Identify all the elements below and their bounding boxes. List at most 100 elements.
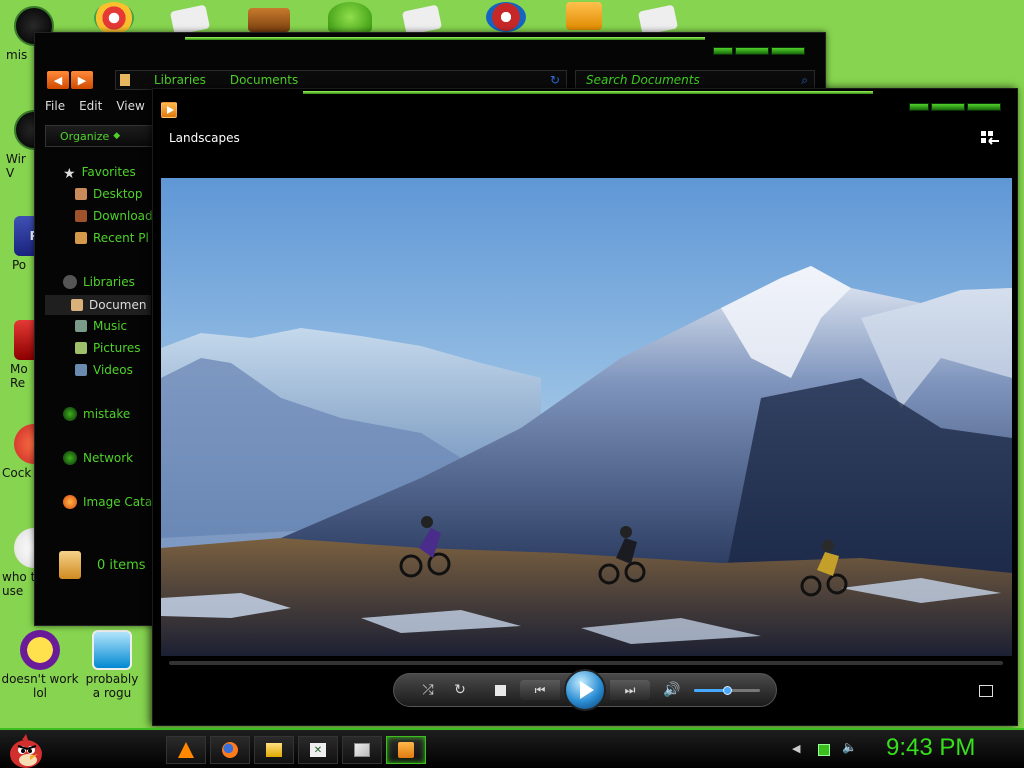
taskbar-excel[interactable]: ✕ (298, 736, 338, 764)
titlebar-accent (185, 37, 705, 40)
nav-buttons: ◀ ▶ (47, 71, 93, 89)
nav-music[interactable]: Music (75, 319, 127, 333)
player-title: Landscapes (169, 131, 240, 145)
forward-button[interactable]: ▶ (71, 71, 93, 89)
nav-label: Download (93, 209, 153, 223)
media-player-icon (161, 102, 177, 118)
refresh-icon[interactable]: ↻ (550, 73, 560, 87)
videos-icon (75, 364, 87, 376)
taskbar: ✕ ◀ 🔈 9:43 PM (0, 728, 1024, 768)
seek-bar[interactable] (169, 661, 1003, 665)
maximize-button[interactable] (931, 103, 965, 111)
media-player-window[interactable]: Landscapes ⤮ ↻ ⏮ ⏭ 🔊 (152, 88, 1018, 726)
android-icon[interactable] (328, 2, 372, 32)
star-icon: ★ (63, 166, 76, 182)
volume-knob[interactable] (723, 686, 732, 695)
nav-downloads[interactable]: Download (75, 209, 153, 223)
breadcrumb-libraries[interactable]: Libraries (154, 73, 206, 87)
close-button[interactable] (771, 47, 805, 55)
vlc-icon (178, 742, 194, 758)
tray-arrow-icon[interactable]: ◀ (792, 742, 804, 755)
document-icon-2[interactable] (401, 4, 443, 36)
play-button[interactable] (564, 669, 606, 711)
paint-icon (354, 743, 370, 757)
shuffle-icon[interactable]: ⤮ (416, 674, 440, 706)
nav-label: Videos (93, 363, 133, 377)
taskbar-firefox[interactable] (210, 736, 250, 764)
nav-pictures[interactable]: Pictures (75, 341, 141, 355)
angry-bird-start-icon[interactable] (4, 730, 48, 768)
breadcrumb-documents[interactable]: Documents (230, 73, 298, 87)
media-player-icon (398, 742, 414, 758)
player-window-buttons (909, 103, 1001, 111)
switch-to-library-icon[interactable] (981, 131, 999, 147)
items-icon (59, 551, 81, 579)
taskbar-media-player[interactable] (386, 736, 426, 764)
wallet-icon[interactable] (248, 8, 290, 32)
close-button[interactable] (967, 103, 1001, 111)
taskbar-paint[interactable] (342, 736, 382, 764)
music-icon (75, 320, 87, 332)
next-icon[interactable]: ⏭ (610, 680, 650, 700)
excel-icon: ✕ (310, 743, 326, 757)
playback-controls: ⤮ ↻ ⏮ ⏭ 🔊 (393, 669, 777, 711)
nav-label: mistake (83, 407, 131, 421)
search-placeholder: Search Documents (586, 73, 700, 87)
tray-volume-icon[interactable]: 🔈 (842, 740, 857, 754)
search-icon[interactable]: ⌕ (801, 73, 808, 88)
nav-mistake[interactable]: mistake (63, 407, 130, 421)
stop-icon[interactable] (490, 674, 510, 706)
address-bar[interactable]: Libraries Documents ↻ (115, 70, 567, 90)
tray-network-icon[interactable] (818, 744, 830, 756)
nav-network[interactable]: Network (63, 451, 133, 465)
nav-label: Desktop (93, 187, 143, 201)
previous-icon[interactable]: ⏮ (520, 680, 560, 700)
nav-videos[interactable]: Videos (75, 363, 133, 377)
document-icon-3[interactable] (637, 4, 679, 36)
nav-label: Pictures (93, 341, 141, 355)
pictures-icon (75, 342, 87, 354)
organize-button[interactable]: Organize ◆ (45, 125, 155, 147)
nav-label: Libraries (83, 275, 135, 289)
desktop-icon-label: probably a rogu (85, 672, 139, 700)
shield-icon[interactable] (486, 2, 526, 32)
document-icon[interactable] (169, 4, 211, 36)
chrome-icon[interactable] (94, 2, 134, 34)
nav-label: Music (93, 319, 128, 333)
taskbar-clock[interactable]: 9:43 PM (886, 734, 975, 762)
maximize-button[interactable] (735, 47, 769, 55)
recent-places-icon (75, 232, 87, 244)
menu-view[interactable]: View (116, 99, 144, 113)
nav-favorites[interactable]: ★ Favorites (63, 165, 136, 182)
explorer-window-buttons (713, 47, 805, 55)
menu-edit[interactable]: Edit (79, 99, 102, 113)
taskbar-explorer[interactable] (254, 736, 294, 764)
libraries-icon (63, 275, 77, 289)
volume-icon[interactable]: 🔊 (662, 674, 682, 706)
minimize-button[interactable] (713, 47, 733, 55)
nav-image-catalog[interactable]: Image Cata (63, 495, 152, 509)
nav-label: Network (83, 451, 134, 465)
fullscreen-icon[interactable] (979, 685, 993, 697)
desktop-icon-label: doesn't work lol (1, 672, 79, 700)
search-input[interactable]: Search Documents ⌕ (575, 70, 815, 90)
folder-icon[interactable] (566, 2, 602, 30)
nav-libraries[interactable]: Libraries (63, 275, 135, 289)
desktop-icon-rogue[interactable]: probably a rogu (72, 630, 152, 700)
nav-desktop[interactable]: Desktop (75, 187, 143, 201)
video-display[interactable] (161, 178, 1012, 656)
nav-documents[interactable]: Documen (45, 295, 151, 315)
documents-icon (71, 299, 83, 311)
status-bar: 0 items (59, 551, 146, 579)
nav-label: Image Cata (83, 495, 153, 509)
desktop-icon-yahoo-messenger[interactable]: doesn't work lol (0, 630, 80, 700)
menu-file[interactable]: File (45, 99, 65, 113)
minimize-button[interactable] (909, 103, 929, 111)
taskbar-vlc[interactable] (166, 736, 206, 764)
repeat-icon[interactable]: ↻ (448, 674, 472, 706)
player-titlebar-accent (303, 91, 873, 94)
back-button[interactable]: ◀ (47, 71, 69, 89)
volume-slider[interactable] (694, 686, 760, 695)
nav-recent-places[interactable]: Recent Pl (75, 231, 149, 245)
nav-label: Recent Pl (93, 231, 149, 245)
